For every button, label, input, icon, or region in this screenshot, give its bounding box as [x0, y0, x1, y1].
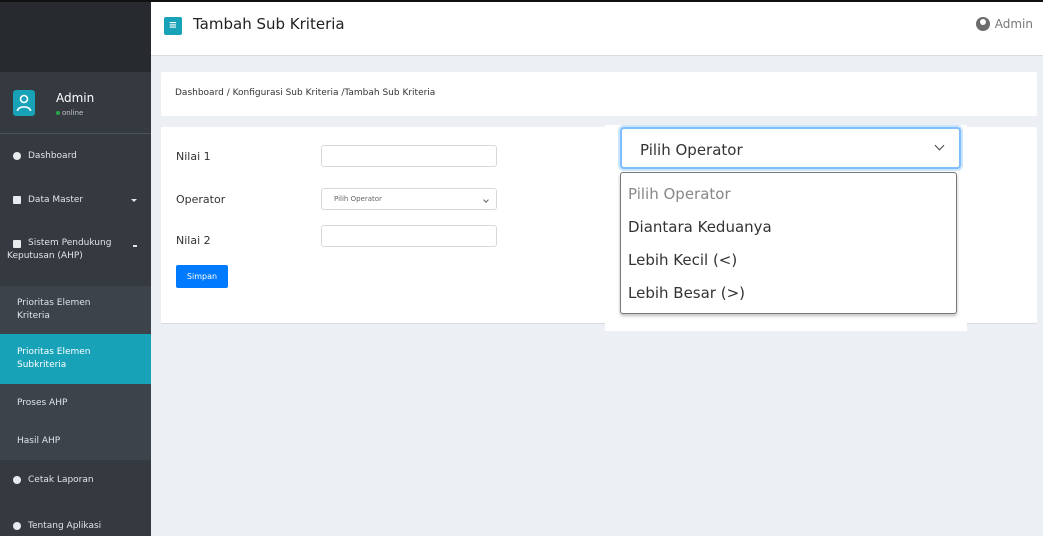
option-diantara-keduanya[interactable]: Diantara Keduanya: [628, 218, 772, 236]
user-menu-label: Admin: [994, 17, 1033, 31]
sidebar-item-label-line2: Keputusan (AHP): [7, 251, 83, 261]
sidebar-item-label: Tentang Aplikasi: [28, 521, 102, 531]
sidebar-item-cetak-laporan[interactable]: Cetak Laporan: [0, 466, 151, 494]
breadcrumb: Dashboard / Konfigurasi Sub Kriteria /Ta…: [175, 88, 436, 98]
list-icon: ≡: [164, 17, 182, 35]
sidebar-user-name: Admin: [56, 91, 95, 105]
online-dot-icon: [56, 111, 60, 115]
sidebar-item-label: Prioritas Elemen Subkriteria: [17, 346, 91, 372]
page-title: Tambah Sub Kriteria: [193, 15, 345, 33]
sidebar-item-label-line2: Kriteria: [17, 311, 50, 321]
sidebar-item-spk-ahp[interactable]: Sistem Pendukung Keputusan (AHP): [0, 232, 151, 276]
operator-label: Operator: [176, 193, 226, 206]
user-avatar-icon: [16, 94, 32, 112]
sidebar-item-label-line2: Subkriteria: [17, 360, 67, 370]
sidebar-item-label: Cetak Laporan: [28, 475, 94, 485]
nilai2-input[interactable]: [321, 225, 497, 247]
sidebar-item-proses-ahp[interactable]: Proses AHP: [0, 384, 151, 422]
sidebar-item-dashboard[interactable]: Dashboard: [0, 142, 151, 170]
app-window: ≡ Tambah Sub Kriteria Admin Admin online: [0, 0, 1043, 536]
header-bar: ≡ Tambah Sub Kriteria Admin: [151, 0, 1043, 56]
caret-down-icon: [131, 198, 137, 202]
sidebar-item-prioritas-subkriteria[interactable]: Prioritas Elemen Subkriteria: [0, 334, 151, 384]
operator-select-expanded[interactable]: Pilih Operator: [620, 127, 961, 169]
nilai1-label: Nilai 1: [176, 150, 211, 163]
option-pilih-operator[interactable]: Pilih Operator: [628, 185, 731, 203]
option-lebih-kecil[interactable]: Lebih Kecil (<): [628, 251, 737, 269]
brand-area: [0, 0, 151, 72]
chevron-down-icon: [483, 197, 489, 203]
table-icon: [13, 196, 21, 204]
nilai1-input[interactable]: [321, 145, 497, 167]
sidebar-item-label: Sistem Pendukung Keputusan (AHP): [7, 237, 111, 263]
sidebar-item-label: Dashboard: [28, 151, 77, 161]
breadcrumb-card: Dashboard / Konfigurasi Sub Kriteria /Ta…: [161, 72, 1037, 116]
nilai2-label: Nilai 2: [176, 234, 211, 247]
sidebar-item-label-line1: Prioritas Elemen: [17, 298, 91, 308]
sidebar-item-label: Hasil AHP: [17, 436, 61, 446]
sidebar-item-hasil-ahp[interactable]: Hasil AHP: [0, 422, 151, 460]
sidebar-item-prioritas-kriteria[interactable]: Prioritas Elemen Kriteria: [0, 286, 151, 334]
option-lebih-besar[interactable]: Lebih Besar (>): [628, 284, 745, 302]
user-status: online: [56, 109, 83, 117]
info-icon: [13, 522, 21, 530]
sidebar: Admin online Dashboard Data Master Siste…: [0, 72, 151, 536]
operator-dropdown-zoom: Pilih Operator Pilih Operator Diantara K…: [605, 125, 967, 331]
user-panel[interactable]: Admin online: [0, 72, 151, 134]
sidebar-item-data-master[interactable]: Data Master: [0, 186, 151, 214]
minus-icon: [133, 245, 137, 247]
sidebar-item-label-line1: Prioritas Elemen: [17, 347, 91, 357]
operator-selected-value: Pilih Operator: [640, 141, 743, 159]
sidebar-item-label: Proses AHP: [17, 398, 68, 408]
user-status-label: online: [62, 109, 84, 117]
sidebar-item-tentang-aplikasi[interactable]: Tentang Aplikasi: [0, 512, 151, 536]
sidebar-item-label: Prioritas Elemen Kriteria: [17, 297, 91, 323]
user-icon: [975, 17, 990, 31]
chevron-down-icon: [934, 140, 945, 151]
sidebar-item-label: Data Master: [28, 195, 84, 205]
sidebar-item-label-line1: Sistem Pendukung: [28, 238, 112, 248]
operator-select-value: Pilih Operator: [334, 195, 382, 203]
user-menu[interactable]: Admin: [975, 17, 1033, 31]
circle-icon: [13, 152, 21, 160]
circle-icon: [13, 476, 21, 484]
simpan-button[interactable]: Simpan: [176, 265, 228, 288]
operator-options-list: Pilih Operator Diantara Keduanya Lebih K…: [620, 172, 957, 314]
operator-select[interactable]: Pilih Operator: [321, 188, 497, 210]
avatar: [13, 90, 35, 116]
